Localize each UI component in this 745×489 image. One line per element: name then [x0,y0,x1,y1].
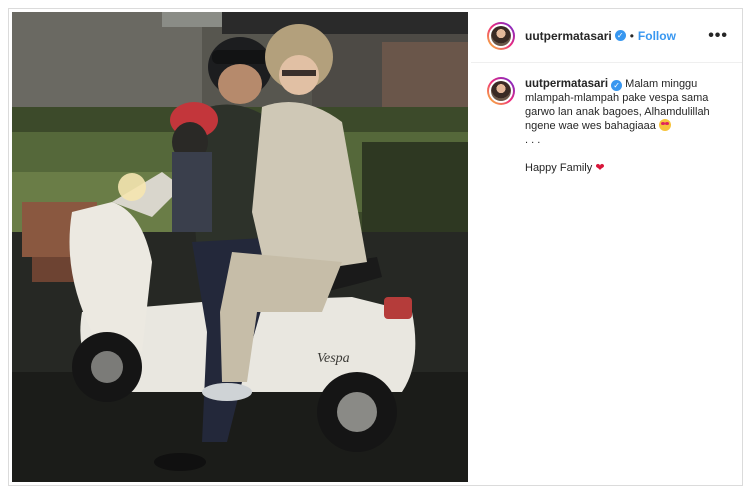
instagram-post: Vespa uutpermatasari ✓ • Follow ••• uutp… [8,8,743,486]
caption-block: uutpermatasari ✓ Malam minggu mlampah-mla… [471,63,742,175]
photo-scene: Vespa [12,12,468,482]
post-photo[interactable]: Vespa [12,12,468,482]
more-options-icon[interactable]: ••• [708,27,728,45]
caption-tagline: Happy Family [525,162,593,174]
caption-line-1: Malam minggu [625,78,698,90]
vespa-logo-text: Vespa [317,351,350,366]
header-username[interactable]: uutpermatasari [525,29,612,43]
verified-badge-icon: ✓ [614,30,626,41]
star-struck-emoji-icon [658,119,671,131]
red-heart-icon: ❤ [595,162,605,174]
caption-avatar[interactable] [487,77,515,105]
post-sidebar: uutpermatasari ✓ • Follow ••• uutpermata… [471,9,742,485]
header-separator: • [629,28,634,43]
avatar[interactable] [487,21,515,50]
caption-username[interactable]: uutpermatasari [525,78,608,90]
caption-line-3: garwo lan anak bagoes, Alhamdulillah [525,106,710,118]
caption-line-2: mlampah-mlampah pake vespa sama [525,92,709,104]
caption-text: uutpermatasari ✓ Malam minggu mlampah-mla… [525,77,726,175]
caption-ellipsis: . . . [525,134,541,146]
caption-line-4: ngene wae wes bahagiaaa [525,120,656,132]
post-header: uutpermatasari ✓ • Follow ••• [471,9,742,63]
follow-button[interactable]: Follow [638,29,676,43]
verified-badge-icon: ✓ [611,80,623,91]
